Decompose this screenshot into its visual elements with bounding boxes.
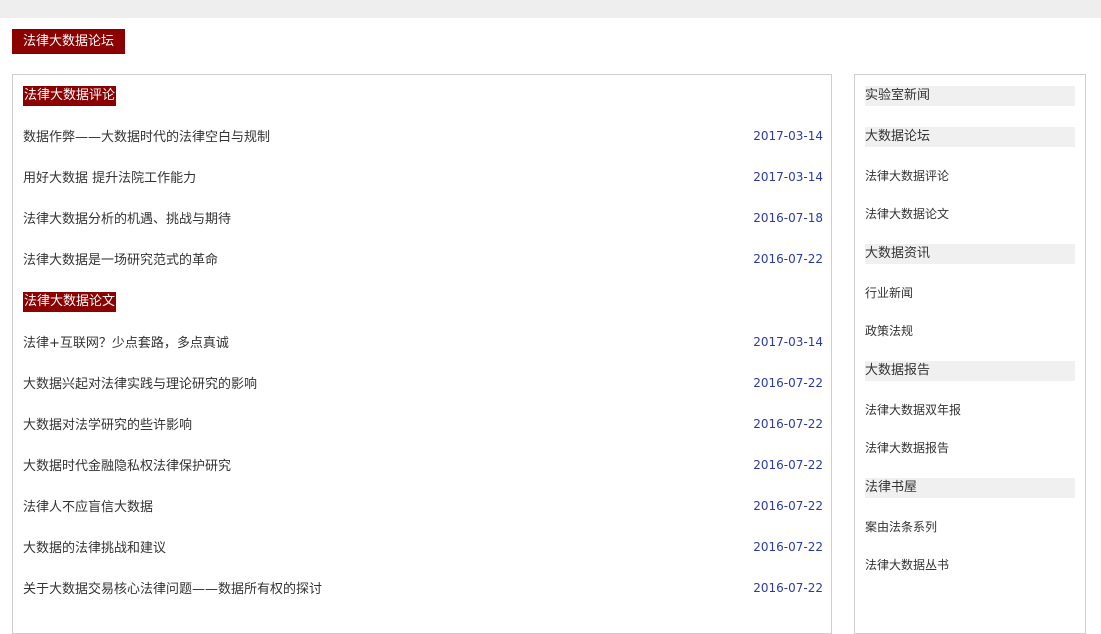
sidebar-item-commentary[interactable]: 法律大数据评论 <box>865 167 949 185</box>
article-date: 2017-03-14 <box>753 129 823 143</box>
sidebar-category-bookstore[interactable]: 法律书屋 <box>865 478 1075 498</box>
article-date: 2016-07-18 <box>753 211 823 225</box>
article-title-link[interactable]: 法律+互联网？少点套路，多点真诚 <box>23 334 229 354</box>
sidebar-item-industry-news[interactable]: 行业新闻 <box>865 284 913 302</box>
article-title-link[interactable]: 法律人不应盲信大数据 <box>23 498 153 518</box>
list-item[interactable]: 关于大数据交易核心法律问题——数据所有权的探讨 2016-07-22 <box>23 580 823 600</box>
article-title-link[interactable]: 关于大数据交易核心法律问题——数据所有权的探讨 <box>23 580 322 600</box>
sidebar-item-report[interactable]: 法律大数据报告 <box>865 439 949 457</box>
article-date: 2016-07-22 <box>753 581 823 595</box>
sidebar-item-case-series[interactable]: 案由法条系列 <box>865 518 937 536</box>
article-title-link[interactable]: 法律大数据是一场研究范式的革命 <box>23 251 218 271</box>
main-content-panel: 法律大数据评论 数据作弊——大数据时代的法律空白与规制 2017-03-14 用… <box>12 74 832 634</box>
list-item[interactable]: 大数据时代金融隐私权法律保护研究 2016-07-22 <box>23 457 823 477</box>
page-title-tag: 法律大数据论坛 <box>12 29 126 54</box>
article-date: 2016-07-22 <box>753 540 823 554</box>
sidebar-category-info[interactable]: 大数据资讯 <box>865 244 1075 264</box>
sidebar-item-policy[interactable]: 政策法规 <box>865 322 913 340</box>
article-date: 2017-03-14 <box>753 335 823 349</box>
sidebar-category-lab-news[interactable]: 实验室新闻 <box>865 86 1075 106</box>
article-date: 2017-03-14 <box>753 170 823 184</box>
list-item[interactable]: 大数据兴起对法律实践与理论研究的影响 2016-07-22 <box>23 375 823 395</box>
sidebar-item-book-series[interactable]: 法律大数据丛书 <box>865 556 949 574</box>
list-item[interactable]: 用好大数据 提升法院工作能力 2017-03-14 <box>23 169 823 189</box>
article-title-link[interactable]: 用好大数据 提升法院工作能力 <box>23 169 196 189</box>
list-item[interactable]: 法律人不应盲信大数据 2016-07-22 <box>23 498 823 518</box>
article-title-link[interactable]: 大数据兴起对法律实践与理论研究的影响 <box>23 375 257 395</box>
article-title-link[interactable]: 数据作弊——大数据时代的法律空白与规制 <box>23 128 270 148</box>
top-bar <box>0 0 1101 18</box>
sidebar-category-forum[interactable]: 大数据论坛 <box>865 127 1075 147</box>
article-date: 2016-07-22 <box>753 458 823 472</box>
list-item[interactable]: 大数据对法学研究的些许影响 2016-07-22 <box>23 416 823 436</box>
section-title-commentary[interactable]: 法律大数据评论 <box>23 86 117 106</box>
list-item[interactable]: 法律大数据是一场研究范式的革命 2016-07-22 <box>23 251 823 271</box>
article-date: 2016-07-22 <box>753 417 823 431</box>
article-title-link[interactable]: 大数据时代金融隐私权法律保护研究 <box>23 457 231 477</box>
article-date: 2016-07-22 <box>753 252 823 266</box>
sidebar-category-reports[interactable]: 大数据报告 <box>865 361 1075 381</box>
article-date: 2016-07-22 <box>753 499 823 513</box>
sidebar-nav: 实验室新闻 大数据论坛 法律大数据评论 法律大数据论文 大数据资讯 行业新闻 政… <box>854 74 1086 634</box>
list-item[interactable]: 法律+互联网？少点套路，多点真诚 2017-03-14 <box>23 334 823 354</box>
sidebar-item-papers[interactable]: 法律大数据论文 <box>865 205 949 223</box>
section-title-papers[interactable]: 法律大数据论文 <box>23 292 117 312</box>
list-item[interactable]: 数据作弊——大数据时代的法律空白与规制 2017-03-14 <box>23 128 823 148</box>
article-title-link[interactable]: 大数据的法律挑战和建议 <box>23 539 166 559</box>
list-item[interactable]: 法律大数据分析的机遇、挑战与期待 2016-07-18 <box>23 210 823 230</box>
list-item[interactable]: 大数据的法律挑战和建议 2016-07-22 <box>23 539 823 559</box>
sidebar-item-biennial-report[interactable]: 法律大数据双年报 <box>865 401 961 419</box>
article-date: 2016-07-22 <box>753 376 823 390</box>
article-title-link[interactable]: 法律大数据分析的机遇、挑战与期待 <box>23 210 231 230</box>
article-title-link[interactable]: 大数据对法学研究的些许影响 <box>23 416 192 436</box>
